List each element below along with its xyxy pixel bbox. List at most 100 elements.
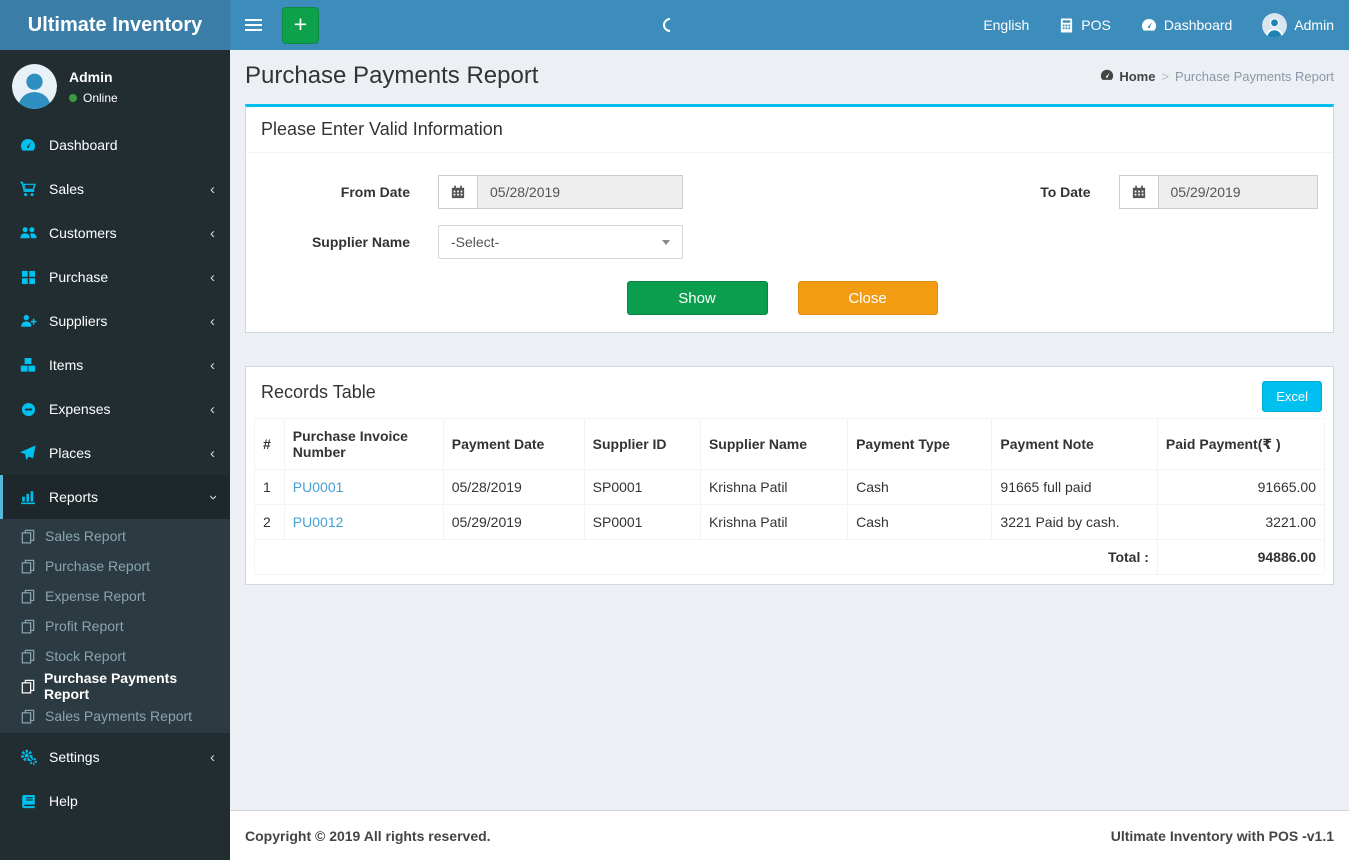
- sidebar-item-purchase-report[interactable]: Purchase Report: [0, 551, 230, 581]
- supplier-select[interactable]: -Select-: [438, 225, 683, 259]
- sidebar-item-dashboard[interactable]: Dashboard: [0, 123, 230, 167]
- sidebar-item-suppliers[interactable]: Suppliers ‹: [0, 299, 230, 343]
- sidebar-item-settings[interactable]: Settings ‹: [0, 735, 230, 779]
- dashboard-icon: [18, 137, 38, 153]
- to-date-input[interactable]: 05/29/2019: [1157, 175, 1318, 209]
- sidebar-item-sales-report[interactable]: Sales Report: [0, 521, 230, 551]
- sidebar-item-expenses[interactable]: Expenses ‹: [0, 387, 230, 431]
- col-supplier-name: Supplier Name: [699, 418, 849, 470]
- sidebar: Admin Online Dashboard Sales ‹ Customers…: [0, 50, 230, 860]
- dashboard-icon: [1100, 68, 1114, 85]
- calendar-icon: [438, 175, 477, 209]
- records-panel: Records Table Excel # Purchase Invoice N…: [245, 366, 1334, 585]
- col-paid-payment: Paid Payment(₹ ): [1156, 418, 1326, 470]
- cart-icon: [18, 181, 38, 197]
- col-supplier-id: Supplier ID: [583, 418, 701, 470]
- total-value: 94886.00: [1156, 539, 1326, 575]
- files-icon: [20, 649, 36, 664]
- minus-circle-icon: [18, 402, 38, 417]
- sidebar-toggle-button[interactable]: [230, 0, 276, 50]
- sidebar-user-name: Admin: [69, 68, 113, 85]
- chevron-left-icon: ‹: [210, 400, 215, 418]
- from-date-field[interactable]: 05/28/2019: [438, 175, 683, 209]
- chevron-left-icon: ‹: [210, 748, 215, 766]
- avatar: [12, 64, 57, 109]
- breadcrumb-separator: >: [1161, 68, 1170, 84]
- col-payment-date: Payment Date: [442, 418, 585, 470]
- loading-spinner-icon: [660, 15, 680, 35]
- sidebar-user-status[interactable]: Online: [69, 91, 118, 105]
- files-icon: [20, 529, 36, 544]
- calculator-icon: [1059, 17, 1074, 33]
- copyright-text: Copyright © 2019 All rights reserved.: [245, 827, 491, 844]
- breadcrumb-home[interactable]: Home: [1100, 68, 1155, 85]
- col-invoice: Purchase Invoice Number: [283, 418, 444, 470]
- to-date-label: To Date: [1040, 184, 1091, 200]
- sidebar-item-purchase[interactable]: Purchase ‹: [0, 255, 230, 299]
- table-row: 2 PU0012 05/29/2019 SP0001 Krishna Patil…: [254, 504, 1326, 540]
- dashboard-icon: [1141, 17, 1157, 33]
- show-button[interactable]: Show: [626, 281, 768, 315]
- bar-chart-icon: [18, 489, 38, 505]
- reports-submenu: Sales Report Purchase Report Expense Rep…: [0, 519, 230, 733]
- table-row: 1 PU0001 05/28/2019 SP0001 Krishna Patil…: [254, 469, 1326, 505]
- filter-panel-title: Please Enter Valid Information: [246, 107, 1333, 153]
- records-table: # Purchase Invoice Number Payment Date S…: [254, 418, 1326, 575]
- sidebar-item-places[interactable]: Places ‹: [0, 431, 230, 475]
- close-button[interactable]: Close: [797, 281, 938, 315]
- page-title: Purchase Payments Report: [245, 62, 539, 89]
- language-menu[interactable]: English: [968, 0, 1044, 50]
- sidebar-item-help[interactable]: Help: [0, 779, 230, 823]
- pos-link[interactable]: POS: [1044, 0, 1126, 50]
- breadcrumb: Home > Purchase Payments Report: [1100, 68, 1334, 85]
- dashboard-link[interactable]: Dashboard: [1126, 0, 1248, 50]
- invoice-link[interactable]: PU0001: [293, 479, 344, 495]
- calendar-icon: [1118, 175, 1158, 209]
- filter-panel: Please Enter Valid Information From Date…: [245, 104, 1334, 333]
- col-payment-note: Payment Note: [991, 418, 1158, 470]
- files-icon: [20, 559, 36, 574]
- sidebar-menu: Dashboard Sales ‹ Customers ‹ Purchase ‹…: [0, 123, 230, 823]
- version-text: Ultimate Inventory with POS -v1.1: [1110, 827, 1334, 844]
- table-total-row: Total : 94886.00: [254, 539, 1326, 575]
- chevron-left-icon: ‹: [210, 444, 215, 462]
- table-header-row: # Purchase Invoice Number Payment Date S…: [254, 418, 1326, 470]
- avatar: [1262, 12, 1288, 38]
- chevron-left-icon: ‹: [210, 268, 215, 286]
- chevron-down-icon: [662, 240, 670, 245]
- navbar: + English POS Dashboard Admin: [230, 0, 1349, 50]
- invoice-link[interactable]: PU0012: [293, 514, 344, 530]
- sidebar-item-expense-report[interactable]: Expense Report: [0, 581, 230, 611]
- footer: Copyright © 2019 All rights reserved. Ul…: [230, 810, 1349, 860]
- sidebar-item-sales-payments-report[interactable]: Sales Payments Report: [0, 701, 230, 731]
- sidebar-item-profit-report[interactable]: Profit Report: [0, 611, 230, 641]
- navbar-right: English POS Dashboard Admin: [968, 0, 1349, 50]
- chevron-left-icon: ‹: [210, 356, 215, 374]
- total-label: Total :: [254, 539, 1158, 575]
- sidebar-item-stock-report[interactable]: Stock Report: [0, 641, 230, 671]
- users-icon: [18, 225, 38, 241]
- top-header: Ultimate Inventory + English POS Dashboa…: [0, 0, 1349, 50]
- user-menu[interactable]: Admin: [1247, 0, 1349, 50]
- grid-icon: [18, 270, 38, 285]
- sidebar-item-customers[interactable]: Customers ‹: [0, 211, 230, 255]
- gears-icon: [18, 749, 38, 765]
- paper-plane-icon: [18, 445, 38, 461]
- chevron-left-icon: ‹: [210, 224, 215, 242]
- sidebar-item-purchase-payments-report[interactable]: Purchase Payments Report: [0, 670, 230, 702]
- online-status-icon: [69, 93, 77, 102]
- brand-logo[interactable]: Ultimate Inventory: [0, 0, 230, 50]
- breadcrumb-current: Purchase Payments Report: [1175, 68, 1334, 84]
- chevron-left-icon: ‹: [210, 312, 215, 330]
- to-date-field[interactable]: 05/29/2019: [1118, 175, 1318, 209]
- sidebar-item-items[interactable]: Items ‹: [0, 343, 230, 387]
- excel-export-button[interactable]: Excel: [1262, 381, 1322, 412]
- col-index: #: [254, 418, 285, 470]
- sidebar-user-panel: Admin Online: [0, 50, 230, 123]
- main-content: Purchase Payments Report Home > Purchase…: [230, 50, 1349, 860]
- sidebar-item-reports[interactable]: Reports ‹: [0, 475, 230, 519]
- from-date-input[interactable]: 05/28/2019: [477, 175, 683, 209]
- files-icon: [20, 589, 36, 604]
- add-new-button[interactable]: +: [282, 6, 319, 44]
- sidebar-item-sales[interactable]: Sales ‹: [0, 167, 230, 211]
